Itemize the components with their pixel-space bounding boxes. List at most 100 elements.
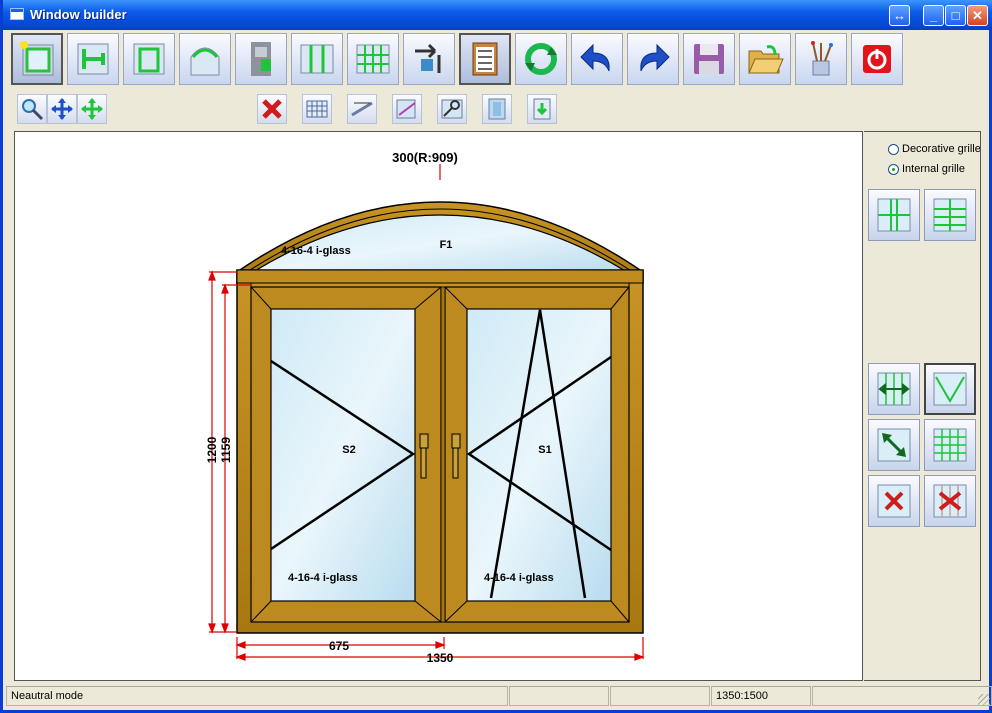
profile-button[interactable]	[235, 33, 287, 85]
grid-small-button[interactable]	[302, 94, 332, 124]
right-glass-label: 4-16-4 i-glass	[484, 572, 554, 584]
grid-button[interactable]	[347, 33, 399, 85]
window-title: Window builder	[30, 7, 127, 22]
status-mode: Neautral mode	[6, 686, 508, 706]
dimension-icon	[351, 101, 373, 117]
new-window-icon	[20, 41, 54, 76]
glass-icon	[396, 99, 416, 119]
main-toolbar	[7, 31, 991, 89]
delete-all-grille-icon	[933, 484, 967, 518]
secondary-toolbar	[7, 92, 991, 126]
grille-vertical-icon	[877, 198, 911, 232]
redo-button[interactable]	[627, 33, 679, 85]
grille-diagonal-icon	[933, 372, 967, 406]
checklist-icon	[472, 42, 498, 76]
export-button[interactable]	[527, 94, 557, 124]
width-total-label: 1350	[427, 651, 454, 665]
grille-horizontal-button[interactable]	[924, 189, 976, 241]
open-folder-icon	[748, 45, 784, 74]
radio-checked-icon	[888, 163, 899, 175]
minimize-button[interactable]: _	[923, 5, 944, 26]
title-bar[interactable]: Window builder ↔ _ □ ✕	[3, 0, 992, 30]
drawing-canvas[interactable]: 300(R:909) F1 4-16-4 i-glass S2 S1 4-16-…	[14, 131, 863, 681]
open-button[interactable]	[739, 33, 791, 85]
checklist-button[interactable]	[459, 33, 511, 85]
glass-button[interactable]	[392, 94, 422, 124]
status-bar: Neautral mode 1350:1500	[6, 686, 992, 708]
radio-unchecked-icon	[888, 143, 899, 155]
refresh-button[interactable]	[515, 33, 567, 85]
internal-grille-radio[interactable]: Internal grille	[888, 163, 965, 175]
close-button[interactable]: ✕	[967, 5, 988, 26]
profile-icon	[251, 42, 271, 76]
frame-icon	[488, 98, 506, 120]
fit-button[interactable]	[77, 94, 107, 124]
add-sash-button[interactable]	[123, 33, 175, 85]
frame-button[interactable]	[482, 94, 512, 124]
grille-panel: Decorative grille Internal grille	[864, 131, 981, 681]
delete-grille-icon	[877, 484, 911, 518]
status-panel-5	[812, 686, 992, 706]
undo-icon	[580, 43, 610, 72]
grille-full-button[interactable]	[924, 419, 976, 471]
window-builder-window: Window builder ↔ _ □ ✕ 300(R:909) F1 4-1…	[0, 0, 992, 713]
move-arrows-icon	[51, 98, 73, 120]
app-icon	[10, 8, 24, 20]
window-drawing: 300(R:909) F1 4-16-4 i-glass S2 S1 4-16-…	[205, 150, 645, 665]
grille-diagonal-button[interactable]	[924, 363, 976, 415]
split-vertical-icon	[300, 44, 334, 74]
arch-button[interactable]	[179, 33, 231, 85]
refresh-icon	[525, 43, 557, 75]
redo-icon	[640, 43, 670, 72]
power-icon	[863, 45, 891, 73]
arch-dimension-label: 300(R:909)	[392, 150, 458, 165]
tools-button[interactable]	[437, 94, 467, 124]
delete-button[interactable]	[257, 94, 287, 124]
move-icon	[415, 43, 441, 73]
undo-button[interactable]	[571, 33, 623, 85]
grid-small-icon	[306, 100, 328, 118]
paint-brushes-icon	[811, 41, 833, 76]
internal-grille-label: Internal grille	[902, 163, 965, 175]
resize-grip-icon[interactable]	[978, 694, 990, 706]
status-panel-3	[610, 686, 710, 706]
arch-icon	[190, 47, 220, 76]
width-half-label: 675	[329, 639, 349, 653]
maximize-icon: □	[951, 8, 960, 23]
height-inner-label: 1159	[219, 437, 233, 463]
grille-move-button[interactable]	[868, 419, 920, 471]
left-glass-label: 4-16-4 i-glass	[288, 572, 358, 584]
grille-horizontal-icon	[933, 198, 967, 232]
grille-stretch-icon	[877, 372, 911, 406]
grille-delete-button[interactable]	[868, 475, 920, 527]
status-panel-2	[509, 686, 609, 706]
decorative-grille-radio[interactable]: Decorative grille	[888, 143, 981, 155]
sash-left-label: S2	[342, 444, 355, 456]
grille-stretch-button[interactable]	[868, 363, 920, 415]
dimension-button[interactable]	[347, 94, 377, 124]
delete-x-icon	[262, 99, 282, 119]
mullion-icon	[77, 43, 109, 75]
zoom-button[interactable]	[17, 94, 47, 124]
add-mullion-button[interactable]	[67, 33, 119, 85]
maximize-button[interactable]: □	[945, 5, 966, 26]
floppy-disk-icon	[694, 44, 724, 74]
grid-icon	[356, 44, 390, 74]
decorative-grille-label: Decorative grille	[902, 143, 981, 155]
status-size: 1350:1500	[711, 686, 811, 706]
move-all-button[interactable]	[47, 94, 77, 124]
export-icon	[533, 98, 551, 120]
paint-button[interactable]	[795, 33, 847, 85]
sash-icon	[133, 43, 165, 75]
fit-arrows-icon	[81, 98, 103, 120]
restore-arrows-button[interactable]: ↔	[889, 5, 910, 26]
minimize-icon: _	[929, 8, 938, 23]
grille-delete-all-button[interactable]	[924, 475, 976, 527]
split-vertical-button[interactable]	[291, 33, 343, 85]
close-icon: ✕	[972, 8, 983, 23]
grille-vertical-button[interactable]	[868, 189, 920, 241]
save-button[interactable]	[683, 33, 735, 85]
power-button[interactable]	[851, 33, 903, 85]
move-button[interactable]	[403, 33, 455, 85]
new-window-button[interactable]	[11, 33, 63, 85]
